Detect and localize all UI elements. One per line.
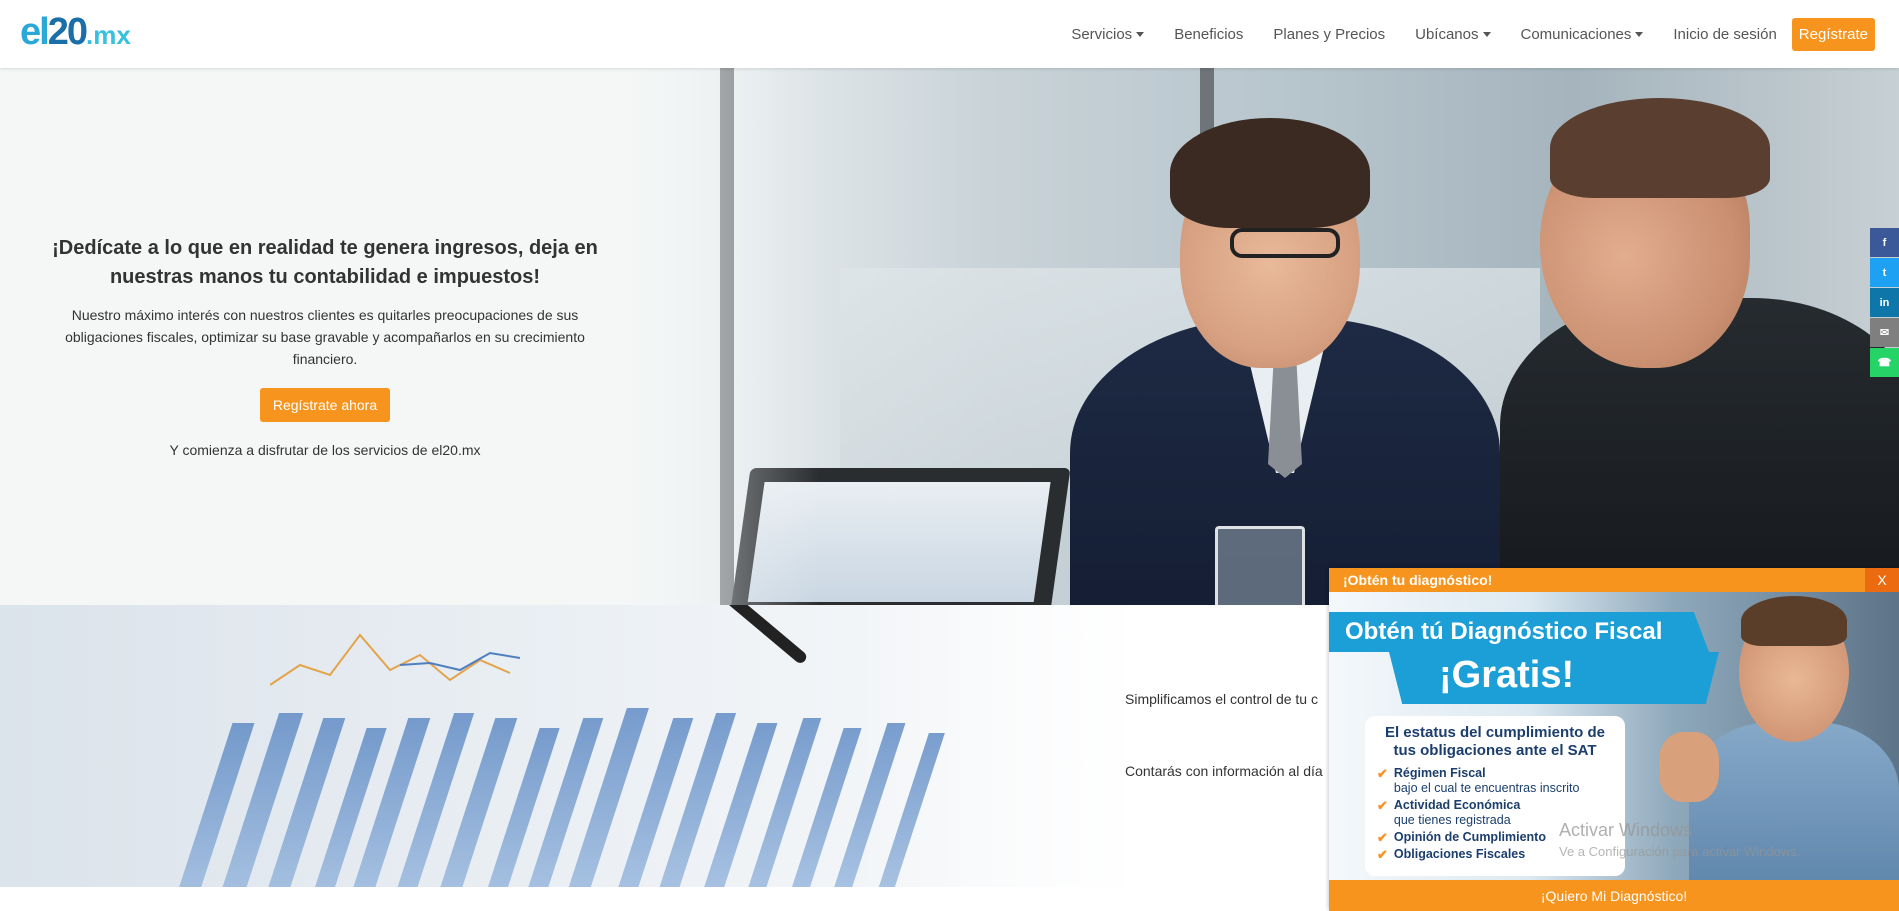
list-item-text: Régimen Fiscal bajo el cual te encuentras… <box>1394 766 1580 796</box>
nav-login-label: Inicio de sesión <box>1673 26 1777 43</box>
logo-20: 20 <box>47 11 88 53</box>
logo-mx: .mx <box>85 20 131 50</box>
social-share-bar: f t in ✉ ☎ <box>1870 228 1899 378</box>
man-hair <box>1170 118 1370 228</box>
list-item: ✔ Régimen Fiscal bajo el cual te encuentra… <box>1377 766 1613 796</box>
hero-title: ¡Dedícate a lo que en realidad te genera… <box>52 237 598 288</box>
caret-down-icon <box>1635 32 1644 37</box>
nav-comunicaciones-label: Comunicaciones <box>1520 26 1632 43</box>
nav-servicios-label: Servicios <box>1071 26 1133 43</box>
financial-chart-background <box>0 605 1000 887</box>
pen <box>701 605 809 666</box>
facebook-icon[interactable]: f <box>1870 228 1899 257</box>
logo-el: el <box>20 11 50 53</box>
windows-activation-subtext: Ve a Configuración para activar Windows. <box>1559 844 1801 859</box>
feature-text-1: Simplificamos el control de tu c <box>1125 691 1318 707</box>
popup-title: ¡Obtén tu diagnóstico! <box>1343 572 1493 588</box>
caret-down-icon <box>1482 32 1491 37</box>
check-icon: ✔ <box>1377 847 1388 862</box>
list-item-strong: Actividad Económica <box>1393 798 1521 812</box>
nav-planes-precios[interactable]: Planes y Precios <box>1273 26 1385 43</box>
list-item-sub: bajo el cual te encuentras inscrito <box>1393 781 1580 795</box>
nav-ubicanos[interactable]: Ubícanos <box>1415 26 1491 43</box>
linkedin-icon[interactable]: in <box>1870 288 1899 317</box>
windows-activation-watermark: Activar Windows <box>1559 820 1693 840</box>
promo-person-hair <box>1741 596 1847 646</box>
list-item-strong: Régimen Fiscal <box>1393 766 1486 780</box>
whatsapp-icon[interactable]: ☎ <box>1870 348 1899 377</box>
register-button[interactable]: Regístrate <box>1791 18 1875 51</box>
hero-description: Nuestro máximo interés con nuestros clie… <box>65 307 585 367</box>
nav-beneficios[interactable]: Beneficios <box>1174 26 1243 43</box>
nav-comunicaciones[interactable]: Comunicaciones <box>1521 26 1644 43</box>
twitter-icon[interactable]: t <box>1870 258 1899 287</box>
check-icon: ✔ <box>1377 830 1388 845</box>
nav-servicios[interactable]: Servicios <box>1071 26 1145 43</box>
hero-section: ¡Dedícate a lo que en realidad te genera… <box>0 68 1899 605</box>
second-man-hair <box>1550 98 1770 198</box>
nav-ubicanos-label: Ubícanos <box>1415 26 1479 43</box>
background-line-chart <box>270 633 521 686</box>
hero-content: ¡Dedícate a lo que en realidad te genera… <box>40 234 610 458</box>
popup-header: ¡Obtén tu diagnóstico! X <box>1329 568 1899 592</box>
diagnostico-popup: ¡Obtén tu diagnóstico! X Obtén tú Diagnó… <box>1329 568 1899 911</box>
promo-card-title: El estatus del cumplimiento de tus oblig… <box>1384 724 1606 759</box>
feature-text-2: Contarás con información al día <box>1125 763 1323 779</box>
list-item-text: Actividad Económica que tienes registrada <box>1394 798 1520 828</box>
nav-inicio-sesion[interactable]: Inicio de sesión <box>1673 26 1776 43</box>
top-navbar: el20.mx Servicios Beneficios Planes y Pr… <box>0 0 1899 68</box>
water-glass <box>1215 526 1305 605</box>
hero-subtext: Y comienza a disfrutar de los servicios … <box>169 442 481 458</box>
nav-beneficios-label: Beneficios <box>1174 26 1244 43</box>
promo-free-label: ¡Gratis! <box>1439 654 1575 696</box>
main-nav: Servicios Beneficios Planes y Precios Ub… <box>1041 18 1875 51</box>
caret-down-icon <box>1136 32 1145 37</box>
promo-person-fist <box>1659 732 1719 802</box>
glasses <box>1230 228 1340 258</box>
close-button[interactable]: X <box>1865 568 1899 592</box>
list-item-strong: Obligaciones Fiscales <box>1393 847 1526 861</box>
check-icon: ✔ <box>1377 766 1388 781</box>
nav-planes-label: Planes y Precios <box>1273 26 1386 43</box>
list-item-strong: Opinión de Cumplimiento <box>1393 830 1546 844</box>
quiero-diagnostico-button[interactable]: ¡Quiero Mi Diagnóstico! <box>1329 880 1899 911</box>
list-item-sub: que tienes registrada <box>1393 813 1511 827</box>
el20-logo[interactable]: el20.mx <box>20 12 131 55</box>
register-now-button[interactable]: Regístrate ahora <box>259 388 391 422</box>
email-icon[interactable]: ✉ <box>1870 318 1899 347</box>
promo-headline: Obtén tú Diagnóstico Fiscal <box>1345 618 1663 645</box>
check-icon: ✔ <box>1377 798 1388 813</box>
promo-banner[interactable]: Obtén tú Diagnóstico Fiscal ¡Gratis! El … <box>1329 592 1899 880</box>
